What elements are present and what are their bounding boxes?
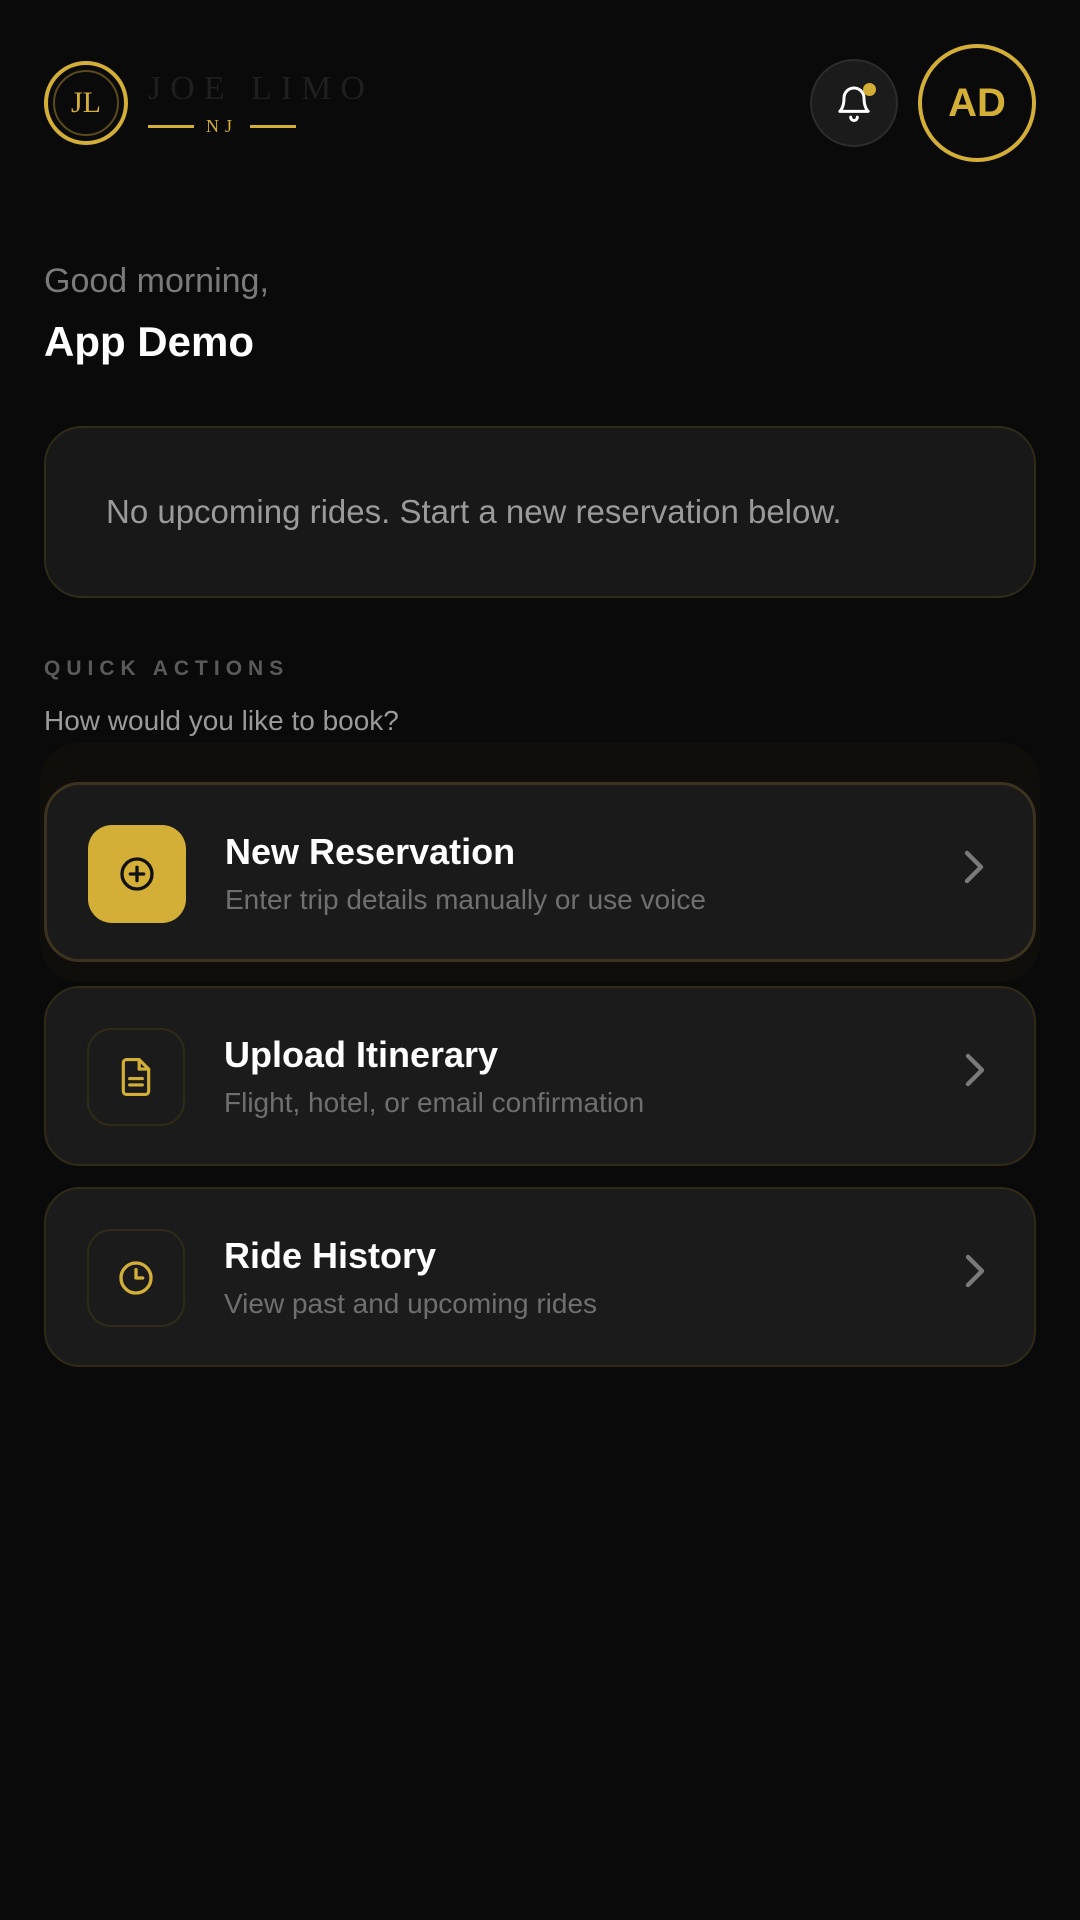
brand-region-row: NJ: [148, 115, 297, 137]
brand-name: JOE LIMO: [148, 69, 374, 107]
action-icon-box: [87, 1229, 185, 1327]
upload-itinerary-button[interactable]: Upload Itinerary Flight, hotel, or email…: [44, 986, 1036, 1166]
chevron-right-icon: [965, 1254, 985, 1288]
logo-monogram: JL: [53, 70, 119, 136]
new-reservation-button[interactable]: New Reservation Enter trip details manua…: [44, 782, 1036, 962]
header: JL JOE LIMO NJ AD: [44, 44, 1036, 162]
action-title: Upload Itinerary: [224, 1034, 499, 1075]
action-description: Flight, hotel, or email confirmation: [224, 1087, 645, 1118]
brand-logo: JL JOE LIMO NJ: [44, 61, 374, 145]
upcoming-rides-card: No upcoming rides. Start a new reservati…: [44, 426, 1036, 598]
brand-region: NJ: [206, 115, 239, 136]
action-title: Ride History: [224, 1235, 437, 1276]
action-description: View past and upcoming rides: [224, 1288, 598, 1319]
section-label: QUICK ACTIONS: [44, 657, 290, 680]
logo-emblem: JL: [44, 61, 128, 145]
empty-state-message: No upcoming rides. Start a new reservati…: [106, 493, 842, 530]
plus-circle-icon: [120, 857, 154, 891]
chevron-right-icon: [965, 1053, 985, 1087]
logo-wordmark: JOE LIMO NJ: [148, 70, 374, 137]
section-subtitle: How would you like to book?: [44, 705, 399, 736]
divider: [148, 124, 194, 128]
user-name: App Demo: [44, 318, 254, 365]
greeting: Good morning,: [44, 262, 269, 300]
action-icon-box: [88, 825, 186, 923]
action-description: Enter trip details manually or use voice: [225, 884, 706, 915]
ride-history-button[interactable]: Ride History View past and upcoming ride…: [44, 1187, 1036, 1367]
notifications-button[interactable]: [810, 59, 898, 147]
divider: [250, 124, 297, 128]
document-icon: [121, 1058, 151, 1096]
action-title: New Reservation: [225, 831, 516, 872]
unread-indicator: [863, 83, 876, 96]
avatar[interactable]: AD: [918, 44, 1036, 162]
chevron-right-icon: [964, 850, 984, 884]
clock-icon: [119, 1261, 153, 1295]
action-icon-box: [87, 1028, 185, 1126]
home-screen: JL JOE LIMO NJ AD Good morning, App Demo: [0, 0, 1080, 1920]
